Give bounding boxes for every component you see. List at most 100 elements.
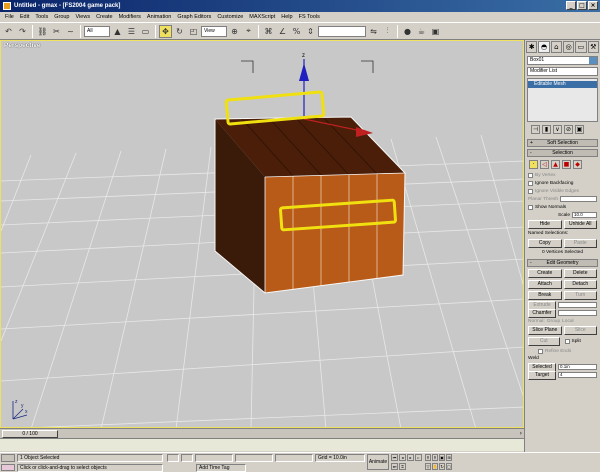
selection-filter-dropdown[interactable]: All	[84, 25, 110, 37]
menu-create[interactable]: Create	[93, 14, 116, 20]
create-tab-icon[interactable]: ✱	[526, 41, 538, 53]
track-bar[interactable]	[0, 438, 524, 451]
local-option[interactable]: Local	[562, 319, 573, 324]
spinner-snap-icon[interactable]: ⇕	[304, 25, 317, 38]
play-icon[interactable]: ▸	[407, 454, 414, 461]
extrude-spinner[interactable]	[558, 302, 597, 308]
reference-coord-dropdown[interactable]: View	[201, 25, 227, 37]
time-slider-thumb[interactable]: 0 / 100	[2, 430, 58, 438]
x-coordinate-field[interactable]	[195, 454, 233, 462]
vertex-level-icon[interactable]: ·	[529, 160, 538, 169]
element-level-icon[interactable]: ◆	[573, 160, 582, 169]
menu-customize[interactable]: Customize	[214, 14, 246, 20]
arc-rotate-icon[interactable]: ↻	[439, 463, 445, 470]
menu-graph-editors[interactable]: Graph Editors	[174, 14, 214, 20]
render-icon[interactable]: ▣	[429, 25, 442, 38]
lock-selection-icon[interactable]	[167, 454, 179, 462]
menu-fs-tools[interactable]: FS Tools	[296, 14, 323, 20]
select-and-rotate-icon[interactable]: ↻	[173, 25, 186, 38]
split-checkbox[interactable]	[564, 338, 570, 344]
go-to-start-icon[interactable]: ⏮	[391, 454, 398, 461]
by-vertex-checkbox[interactable]	[528, 172, 533, 178]
ignore-visible-edges-checkbox[interactable]	[528, 188, 533, 194]
zoom-extents-icon[interactable]: ▣	[439, 454, 445, 461]
minimize-button[interactable]: _	[566, 1, 576, 10]
animate-button[interactable]: Animate	[367, 454, 389, 470]
zoom-icon[interactable]: ⚲	[425, 454, 431, 461]
unlink-icon[interactable]: ✂	[50, 25, 63, 38]
show-normals-option[interactable]: Show Normals	[525, 203, 600, 211]
menu-modifiers[interactable]: Modifiers	[116, 14, 144, 20]
go-to-end-icon[interactable]: ⏭	[391, 463, 398, 470]
planar-thresh-spinner[interactable]	[560, 196, 597, 202]
ignore-backfacing-checkbox[interactable]	[528, 180, 533, 186]
turn-button[interactable]: Turn	[563, 291, 597, 300]
menu-animation[interactable]: Animation	[144, 14, 174, 20]
weld-target-button[interactable]: Target	[528, 370, 556, 380]
quick-render-icon[interactable]: ☕	[415, 25, 428, 38]
ignore-backfacing-option[interactable]: Ignore Backfacing	[525, 179, 600, 187]
maxscript-listener-icon[interactable]	[1, 454, 15, 462]
previous-frame-icon[interactable]: ◂	[399, 454, 406, 461]
refine-ends-checkbox[interactable]	[538, 348, 543, 354]
close-button[interactable]: ×	[588, 1, 598, 10]
modify-tab-icon[interactable]: ◓	[538, 41, 550, 53]
utilities-tab-icon[interactable]: ⚒	[587, 41, 599, 53]
create-button[interactable]: Create	[528, 269, 562, 278]
scale-spinner[interactable]: 10.0	[572, 212, 597, 218]
perspective-viewport[interactable]: z z x y Perspective	[0, 40, 524, 428]
align-icon[interactable]: ⫶	[381, 25, 394, 38]
material-editor-icon[interactable]: ●	[401, 25, 414, 38]
show-end-result-icon[interactable]: ▮	[542, 125, 551, 134]
refine-ends-option[interactable]: Refine Ends	[525, 347, 600, 355]
y-coordinate-field[interactable]	[235, 454, 273, 462]
menu-edit[interactable]: Edit	[17, 14, 32, 20]
select-manipulate-icon[interactable]: ⌖	[242, 25, 255, 38]
maximize-button[interactable]: □	[577, 1, 587, 10]
mirror-icon[interactable]: ⇋	[367, 25, 380, 38]
select-and-move-icon[interactable]: ✥	[159, 24, 172, 38]
undo-icon[interactable]: ↶	[2, 25, 15, 38]
redo-icon[interactable]: ↷	[16, 25, 29, 38]
snap-toggle-icon[interactable]: ⌘	[262, 25, 275, 38]
group-option[interactable]: Group	[547, 319, 560, 324]
by-vertex-option[interactable]: By Vertex	[525, 171, 600, 179]
menu-help[interactable]: Help	[278, 14, 295, 20]
angle-snap-icon[interactable]: ∠	[276, 25, 289, 38]
z-coordinate-field[interactable]	[275, 454, 313, 462]
menu-group[interactable]: Group	[51, 14, 72, 20]
unhide-all-button[interactable]: Unhide All	[563, 220, 597, 229]
ignore-visible-edges-option[interactable]: Ignore Visible Edges	[525, 187, 600, 195]
add-time-tag[interactable]: Add Time Tag	[196, 464, 246, 472]
soft-selection-rollout[interactable]: Soft Selection	[527, 139, 598, 147]
weld-threshold-spinner[interactable]: 0.1in	[558, 364, 597, 370]
slice-plane-button[interactable]: Slice Plane	[528, 326, 562, 335]
field-of-view-icon[interactable]: ▽	[425, 463, 431, 470]
menu-file[interactable]: File	[2, 14, 17, 20]
next-frame-icon[interactable]: ▹	[415, 454, 422, 461]
select-and-scale-icon[interactable]: ◰	[187, 25, 200, 38]
bind-space-warp-icon[interactable]: ~	[64, 25, 77, 38]
delete-button[interactable]: Delete	[563, 269, 597, 278]
face-level-icon[interactable]: ▲	[551, 160, 560, 169]
detach-button[interactable]: Detach	[563, 280, 597, 289]
stack-item-editable-mesh[interactable]: Editable Mesh	[528, 81, 597, 88]
show-normals-checkbox[interactable]	[528, 204, 533, 210]
next-frame-arrow-icon[interactable]: ›	[520, 430, 522, 437]
time-slider[interactable]: 0 / 100 ›	[0, 428, 524, 438]
edge-level-icon[interactable]: ◁	[540, 160, 549, 169]
select-object-icon[interactable]: ▲	[111, 25, 124, 38]
link-icon[interactable]: ⛓	[36, 25, 49, 38]
selection-rollout[interactable]: Selection	[527, 149, 598, 157]
pivot-center-icon[interactable]: ⊕	[228, 25, 241, 38]
object-color-swatch[interactable]	[589, 57, 597, 64]
slice-button[interactable]: Slice	[563, 326, 597, 335]
menu-maxscript[interactable]: MAXScript	[246, 14, 278, 20]
gizmo-z-arrow-icon[interactable]	[299, 63, 309, 81]
zoom-all-icon[interactable]: ⚲	[432, 454, 438, 461]
hierarchy-tab-icon[interactable]: ⌂	[550, 41, 562, 53]
key-mode-icon[interactable]: ⌗	[399, 463, 406, 470]
zoom-extents-all-icon[interactable]: ⊞	[446, 454, 452, 461]
polygon-level-icon[interactable]: ■	[562, 160, 571, 169]
split-option[interactable]: Split	[562, 337, 598, 345]
